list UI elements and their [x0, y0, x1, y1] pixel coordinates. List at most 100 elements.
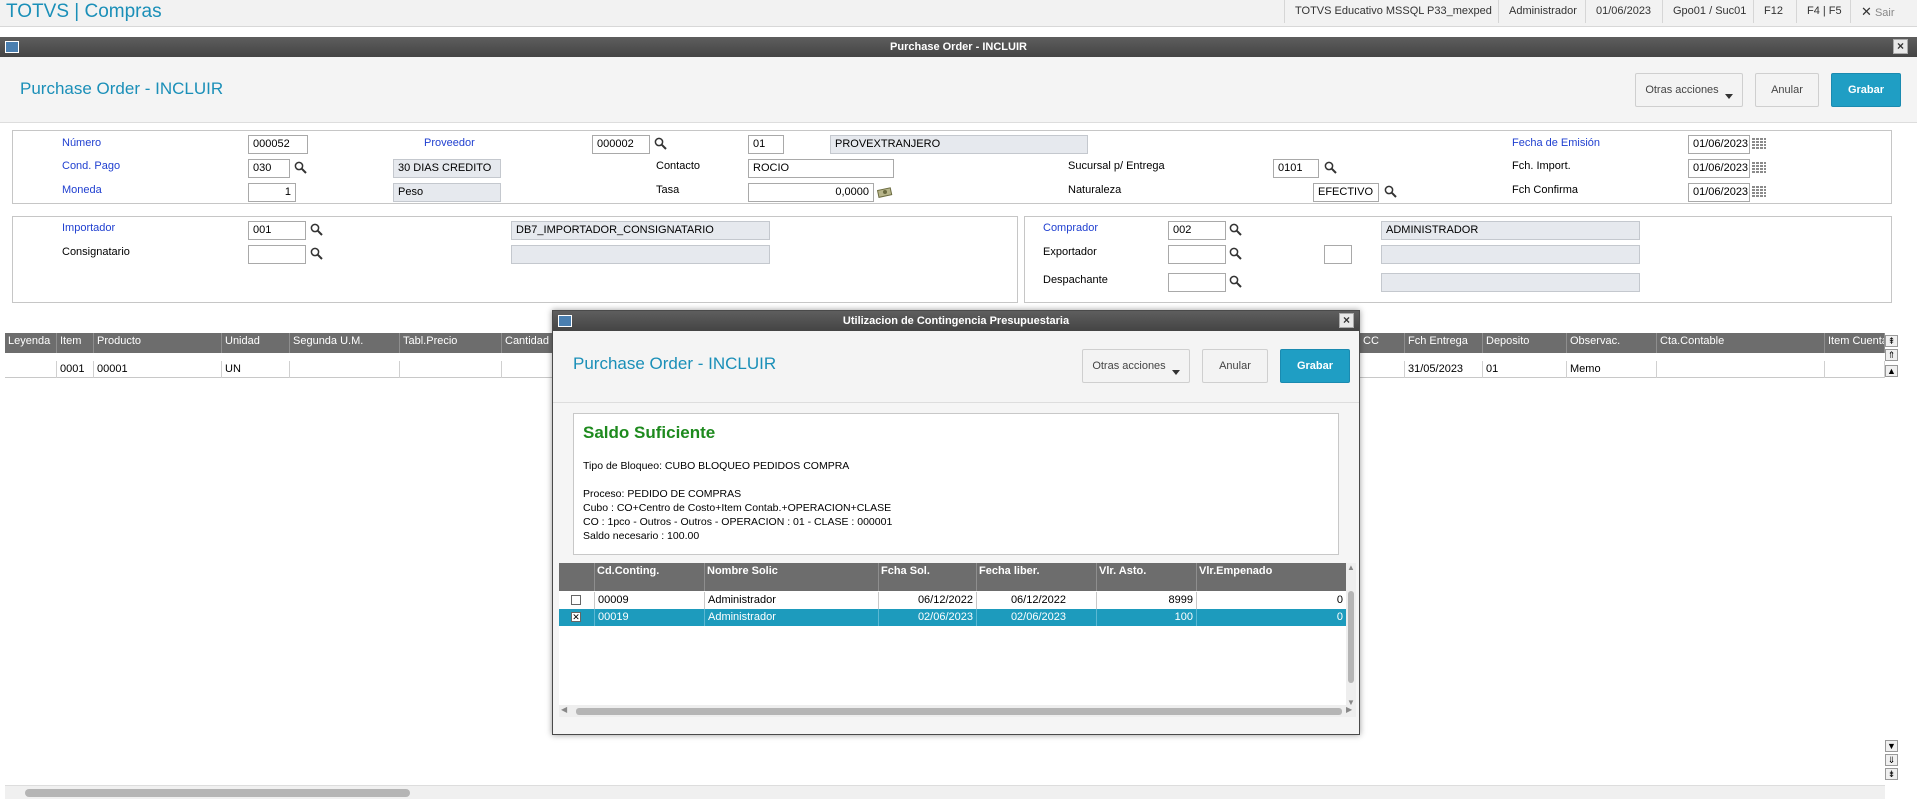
cell-nombre-solic: Administrador — [705, 609, 879, 626]
cell-vlr-asto: 8999 — [1097, 592, 1197, 609]
search-icon[interactable] — [1324, 161, 1337, 174]
cube-line: Cubo : CO+Centro de Costo+Item Contab.+O… — [583, 502, 892, 514]
exit-button[interactable]: ✕ Sair — [1850, 0, 1917, 23]
moneda-label: Moneda — [62, 184, 102, 196]
calendar-icon[interactable] — [1752, 138, 1766, 150]
col-observac[interactable]: Observac. — [1567, 333, 1657, 353]
budget-status-panel: Saldo Suficiente Tipo de Bloqueo: CUBO B… — [573, 413, 1339, 555]
dialog-close-button[interactable]: × — [1339, 313, 1354, 328]
more-actions-button[interactable]: Otras acciones — [1635, 73, 1743, 107]
search-icon[interactable] — [294, 161, 307, 174]
user-label[interactable]: Administrador — [1498, 0, 1587, 23]
row-checkbox-checked[interactable]: ✕ — [571, 612, 581, 622]
dialog-more-actions-button[interactable]: Otras acciones — [1082, 349, 1190, 383]
sucursal-entrega-field[interactable]: 0101 — [1273, 159, 1319, 178]
scrollbar-thumb[interactable] — [25, 789, 410, 797]
moneda-field[interactable]: 1 — [248, 183, 296, 202]
cell-item: 0001 — [57, 361, 94, 378]
status-title: Saldo Suficiente — [583, 423, 716, 442]
proveedor-code-field[interactable]: 000002 — [592, 135, 650, 154]
proveedor-store-field[interactable]: 01 — [748, 135, 784, 154]
col-deposito[interactable]: Deposito — [1483, 333, 1567, 353]
scroll-left-icon[interactable]: ◀ — [561, 705, 567, 714]
col-unidad[interactable]: Unidad — [222, 333, 290, 353]
col-segunda-um[interactable]: Segunda U.M. — [290, 333, 400, 353]
search-icon[interactable] — [1229, 247, 1242, 260]
col-tabl-precio[interactable]: Tabl.Precio — [400, 333, 502, 353]
naturaleza-field[interactable]: EFECTIVO — [1313, 183, 1379, 202]
row-checkbox[interactable] — [571, 595, 581, 605]
f12-shortcut[interactable]: F12 — [1753, 0, 1793, 23]
cell-leyenda — [5, 361, 57, 378]
scroll-bottom-button[interactable]: ⇟ — [1885, 768, 1898, 780]
scroll-page-up-button[interactable]: ⇑ — [1885, 349, 1898, 361]
exportador-store-field[interactable] — [1324, 245, 1352, 264]
col-item[interactable]: Item — [57, 333, 94, 353]
calendar-icon[interactable] — [1752, 162, 1766, 174]
dialog-vertical-scrollbar[interactable]: ▲ ▼ — [1346, 563, 1356, 711]
money-icon[interactable] — [877, 186, 893, 198]
scroll-down-button[interactable]: ▼ — [1885, 740, 1898, 752]
col-cta-contable[interactable]: Cta.Contable — [1657, 333, 1825, 353]
scroll-up-icon[interactable]: ▲ — [1346, 563, 1356, 572]
contingency-table-body: 00009 Administrador 06/12/2022 06/12/202… — [559, 591, 1346, 711]
exportador-field[interactable] — [1168, 245, 1226, 264]
dialog-save-button[interactable]: Grabar — [1280, 349, 1350, 383]
col-fecha-liber[interactable]: Fecha liber. — [977, 563, 1097, 591]
cond-pago-field[interactable]: 030 — [248, 159, 290, 178]
search-icon[interactable] — [654, 137, 667, 150]
col-vlr-empenado[interactable]: Vlr.Empenado — [1197, 563, 1346, 591]
dialog-horizontal-scrollbar[interactable]: ◀ ▶ — [559, 705, 1356, 717]
cell-fecha-liber: 06/12/2022 — [977, 592, 1097, 609]
date-label[interactable]: 01/06/2023 — [1585, 0, 1661, 23]
search-icon[interactable] — [1229, 275, 1242, 288]
col-fcha-sol[interactable]: Fcha Sol. — [879, 563, 977, 591]
col-cc[interactable]: CC — [1360, 333, 1405, 353]
comprador-field[interactable]: 002 — [1168, 221, 1226, 240]
fecha-emision-field[interactable]: 01/06/2023 — [1688, 135, 1750, 154]
tasa-field[interactable]: 0,0000 — [748, 183, 874, 202]
dialog-more-actions-label: Otras acciones — [1092, 360, 1166, 372]
save-button[interactable]: Grabar — [1831, 73, 1901, 107]
fch-import-field[interactable]: 01/06/2023 — [1688, 159, 1750, 178]
contacto-field[interactable]: ROCIO — [748, 159, 894, 178]
numero-field[interactable]: 000052 — [248, 135, 308, 154]
consignatario-field[interactable] — [248, 245, 306, 264]
col-fch-entrega[interactable]: Fch Entrega — [1405, 333, 1483, 353]
despachante-field[interactable] — [1168, 273, 1226, 292]
scroll-page-down-button[interactable]: ⇓ — [1885, 754, 1898, 766]
proveedor-label: Proveedor — [424, 137, 475, 149]
cancel-button[interactable]: Anular — [1755, 73, 1819, 107]
scroll-up-button[interactable]: ▲ — [1885, 365, 1898, 377]
importador-field[interactable]: 001 — [248, 221, 306, 240]
fch-confirma-field[interactable]: 01/06/2023 — [1688, 183, 1750, 202]
calendar-icon[interactable] — [1752, 186, 1766, 198]
cell-segunda-um — [290, 361, 400, 378]
search-icon[interactable] — [310, 223, 323, 236]
table-row-selected[interactable]: ✕ 00019 Administrador 02/06/2023 02/06/2… — [559, 609, 1346, 626]
col-cd-conting[interactable]: Cd.Conting. — [595, 563, 705, 591]
branch-label[interactable]: Gpo01 / Suc01 — [1662, 0, 1756, 23]
scrollbar-thumb[interactable] — [1348, 591, 1354, 683]
exit-label: Sair — [1874, 7, 1895, 19]
cell-cd-conting: 00019 — [595, 609, 705, 626]
dialog-cancel-button[interactable]: Anular — [1202, 349, 1268, 383]
tasa-label: Tasa — [656, 184, 680, 196]
col-nombre-solic[interactable]: Nombre Solic — [705, 563, 879, 591]
scroll-top-button[interactable]: ⇞ — [1885, 335, 1898, 347]
scroll-right-icon[interactable]: ▶ — [1346, 705, 1352, 714]
scrollbar-thumb[interactable] — [576, 708, 1342, 715]
window-close-button[interactable]: × — [1893, 39, 1908, 54]
col-leyenda[interactable]: Leyenda — [5, 333, 57, 353]
horizontal-scrollbar[interactable] — [5, 785, 1885, 799]
f4-f5-shortcut[interactable]: F4 | F5 — [1796, 0, 1852, 23]
search-icon[interactable] — [1384, 185, 1397, 198]
cond-pago-desc-field: 30 DIAS CREDITO — [393, 159, 501, 178]
col-item-cuenta[interactable]: Item Cuenta — [1825, 333, 1885, 353]
search-icon[interactable] — [310, 247, 323, 260]
search-icon[interactable] — [1229, 223, 1242, 236]
col-producto[interactable]: Producto — [94, 333, 222, 353]
block-type-line: Tipo de Bloqueo: CUBO BLOQUEO PEDIDOS CO… — [583, 460, 850, 472]
col-vlr-asto[interactable]: Vlr. Asto. — [1097, 563, 1197, 591]
table-row[interactable]: 00009 Administrador 06/12/2022 06/12/202… — [559, 592, 1346, 609]
